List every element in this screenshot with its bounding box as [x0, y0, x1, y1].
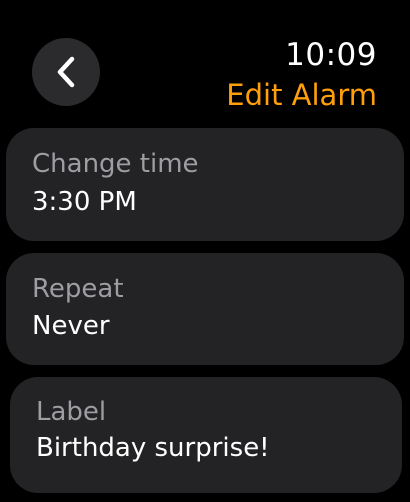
- back-button[interactable]: [32, 38, 100, 106]
- alarm-label-label: Label: [36, 397, 107, 427]
- status-time: 10:09: [285, 37, 377, 73]
- repeat-row[interactable]: Repeat Never: [6, 253, 404, 365]
- chevron-left-icon: [55, 56, 77, 88]
- page-title: Edit Alarm: [226, 78, 377, 112]
- change-time-row[interactable]: Change time 3:30 PM: [6, 128, 404, 241]
- change-time-label: Change time: [32, 149, 199, 179]
- alarm-label-row[interactable]: Label Birthday surprise!: [10, 377, 402, 493]
- change-time-value: 3:30 PM: [32, 187, 137, 217]
- repeat-label: Repeat: [32, 274, 124, 304]
- alarm-label-value: Birthday surprise!: [36, 433, 270, 463]
- repeat-value: Never: [32, 311, 110, 341]
